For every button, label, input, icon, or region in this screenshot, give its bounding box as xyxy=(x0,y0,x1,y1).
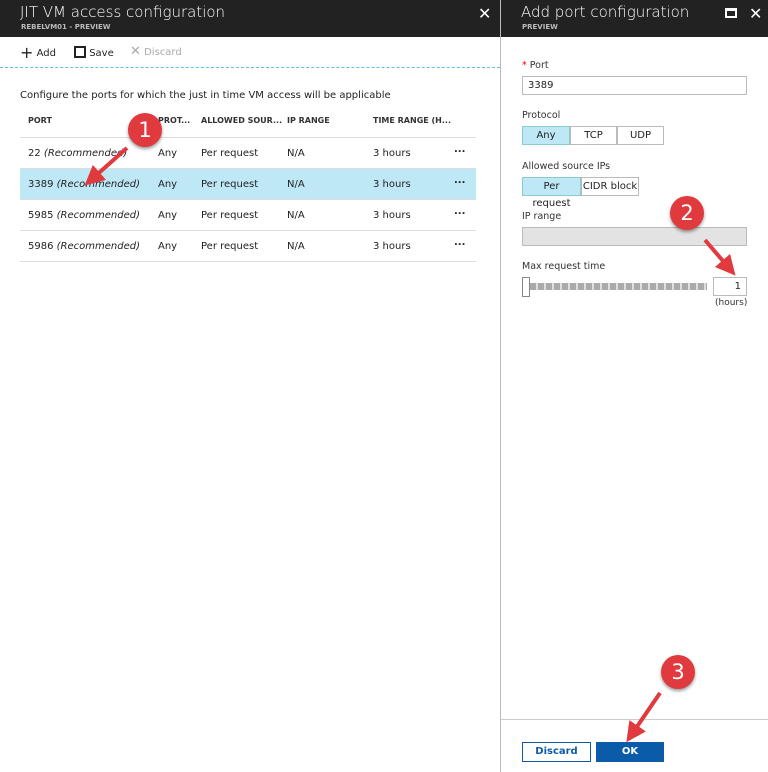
annotation-badge-1: 1 xyxy=(128,113,162,147)
arrow-1 xyxy=(84,146,129,186)
annotation-badge-2: 2 xyxy=(670,196,704,230)
annotation-badge-3: 3 xyxy=(661,655,695,689)
arrow-2 xyxy=(703,238,736,276)
annotation-arrows xyxy=(84,146,736,743)
arrow-3 xyxy=(626,691,662,743)
